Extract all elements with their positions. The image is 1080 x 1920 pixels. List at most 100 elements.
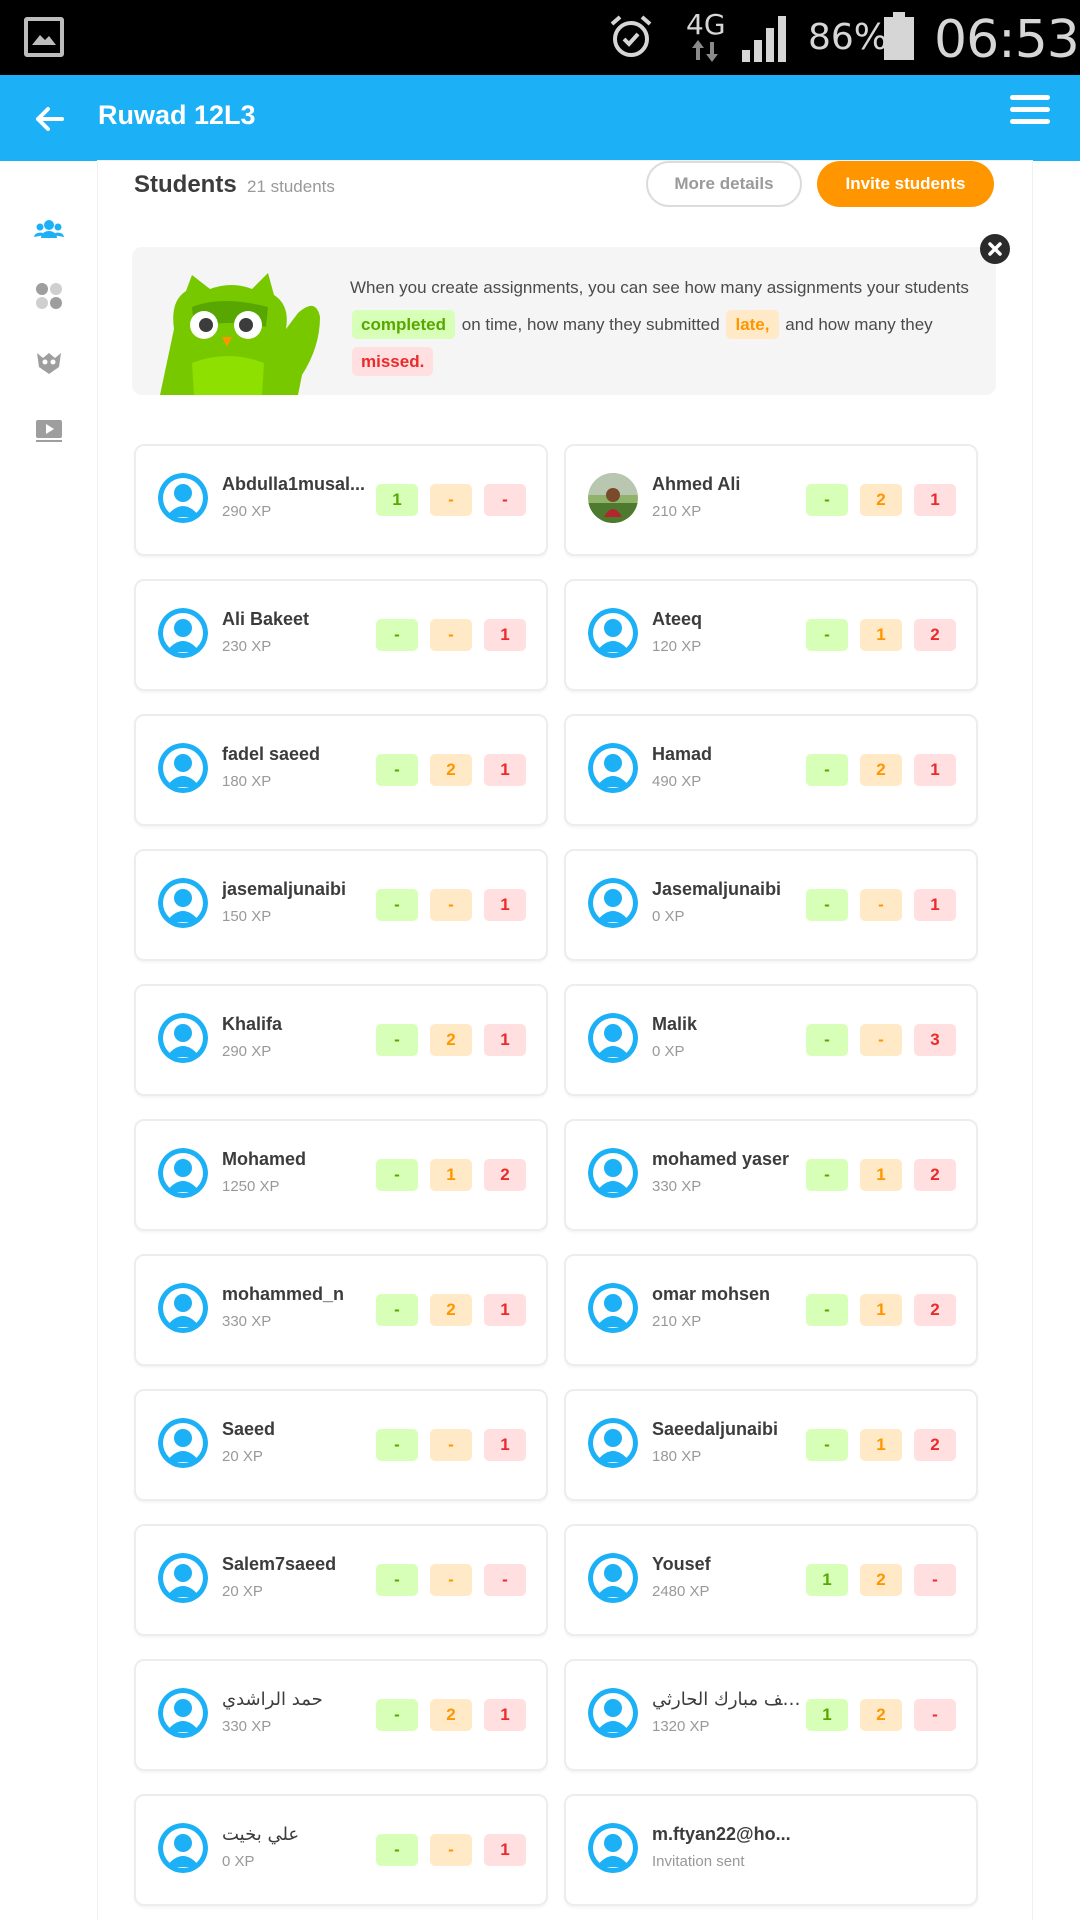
missed-count-badge: 1 <box>914 754 956 786</box>
default-avatar-icon <box>588 1013 638 1063</box>
default-avatar-icon <box>158 1688 208 1738</box>
completed-chip: completed <box>352 310 456 339</box>
missed-count-badge: 1 <box>484 1024 526 1056</box>
battery-icon <box>884 12 914 60</box>
activities-icon[interactable] <box>34 281 64 311</box>
student-name: حمد الراشدي <box>222 1689 323 1710</box>
late-count-badge: 2 <box>860 1564 902 1596</box>
app-bar: Ruwad 12L3 <box>0 75 1080 161</box>
late-count-badge: - <box>430 484 472 516</box>
sidebar-nav <box>0 161 98 1920</box>
network-type: 4G <box>686 8 726 41</box>
missed-count-badge: - <box>484 484 526 516</box>
close-banner-icon[interactable] <box>980 234 1010 264</box>
student-name: Jasemaljunaibi <box>652 879 782 899</box>
missed-count-badge: - <box>484 1564 526 1596</box>
student-card[interactable]: حمد الراشدي 330 XP -2 1 <box>134 1659 548 1771</box>
student-card[interactable]: Hamad 490 XP -2 1 <box>564 714 978 826</box>
battery-percent: 86% <box>808 17 889 58</box>
students-group-icon[interactable] <box>34 214 64 244</box>
student-card[interactable]: Malik 0 XP - -3 <box>564 984 978 1096</box>
completed-count-badge: - <box>376 1159 418 1191</box>
completed-count-badge: - <box>806 1429 848 1461</box>
completed-count-badge: - <box>806 889 848 921</box>
student-xp: 290 XP <box>222 1043 272 1060</box>
student-card[interactable]: Saeedaljunaibi 180 XP -1 2 <box>564 1389 978 1501</box>
late-count-badge: 2 <box>430 1024 472 1056</box>
video-icon[interactable] <box>34 415 64 445</box>
missed-count-badge: 2 <box>484 1159 526 1191</box>
missed-count-badge: 2 <box>914 1429 956 1461</box>
student-xp: 1250 XP <box>222 1178 280 1195</box>
student-card[interactable]: Jasemaljunaibi 0 XP - -1 <box>564 849 978 961</box>
student-name: Ahmed Ali <box>652 474 741 494</box>
student-name: omar mohsen <box>652 1284 771 1304</box>
student-card[interactable]: سيف مبارك الحارثي 1320 XP 1 2- <box>564 1659 978 1771</box>
more-details-button[interactable]: More details <box>646 161 802 207</box>
student-card[interactable]: Ateeq 120 XP -1 2 <box>564 579 978 691</box>
late-count-badge: 2 <box>430 754 472 786</box>
late-count-badge: - <box>430 889 472 921</box>
student-name: Ateeq <box>652 609 703 629</box>
student-xp: 0 XP <box>652 908 685 925</box>
alarm-icon <box>610 15 652 57</box>
class-title: Ruwad 12L3 <box>98 100 256 130</box>
hamburger-menu-icon[interactable] <box>1010 95 1050 125</box>
info-part1: When you create assignments, you can see… <box>350 278 969 297</box>
student-card[interactable]: Yousef 2480 XP 1 2- <box>564 1524 978 1636</box>
student-xp: 0 XP <box>222 1853 255 1870</box>
student-card[interactable]: Mohamed 1250 XP -1 2 <box>134 1119 548 1231</box>
student-card[interactable]: fadel saeed 180 XP -2 1 <box>134 714 548 826</box>
default-avatar-icon <box>158 1418 208 1468</box>
student-name: Hamad <box>652 744 713 764</box>
default-avatar-icon <box>588 878 638 928</box>
completed-count-badge: - <box>806 619 848 651</box>
info-text: When you create assignments, you can see… <box>350 269 980 380</box>
student-card[interactable]: mohammed_n 330 XP -2 1 <box>134 1254 548 1366</box>
student-name: Saeedaljunaibi <box>652 1419 779 1439</box>
student-card[interactable]: Saeed 20 XP - -1 <box>134 1389 548 1501</box>
student-card[interactable]: Abdulla1musal... 290 XP 1- - <box>134 444 548 556</box>
missed-count-badge: 2 <box>914 1159 956 1191</box>
late-count-badge: - <box>430 1429 472 1461</box>
back-arrow-icon[interactable] <box>32 101 68 137</box>
owl-icon[interactable] <box>34 347 64 377</box>
student-card[interactable]: mohamed yaser 330 XP -1 2 <box>564 1119 978 1231</box>
late-count-badge: - <box>860 1024 902 1056</box>
student-card[interactable]: Salem7saeed 20 XP - - - <box>134 1524 548 1636</box>
student-card[interactable]: jasemaljunaibi 150 XP - -1 <box>134 849 548 961</box>
default-avatar-icon <box>158 878 208 928</box>
missed-count-badge: 1 <box>484 889 526 921</box>
default-avatar-icon <box>158 1823 208 1873</box>
student-card[interactable]: علي بخيت 0 XP - -1 <box>134 1794 548 1906</box>
student-name: Ali Bakeet <box>222 609 310 629</box>
student-name: Malik <box>652 1014 698 1034</box>
student-name: mohammed_n <box>222 1284 345 1304</box>
late-count-badge: 1 <box>860 1159 902 1191</box>
student-xp: 0 XP <box>652 1043 685 1060</box>
completed-count-badge: 1 <box>806 1699 848 1731</box>
invitation-status: Invitation sent <box>652 1853 745 1870</box>
default-avatar-icon <box>158 1283 208 1333</box>
default-avatar-icon <box>158 608 208 658</box>
late-count-badge: 1 <box>860 1429 902 1461</box>
student-name: fadel saeed <box>222 744 321 764</box>
completed-count-badge: - <box>806 754 848 786</box>
late-count-badge: 2 <box>860 1699 902 1731</box>
student-card[interactable]: m.ftyan22@ho... Invitation sent <box>564 1794 978 1906</box>
default-avatar-icon <box>158 1013 208 1063</box>
student-xp: 210 XP <box>652 503 702 520</box>
invite-students-button[interactable]: Invite students <box>817 161 994 207</box>
default-avatar-icon <box>588 1553 638 1603</box>
student-name: علي بخيت <box>222 1824 300 1845</box>
student-card[interactable]: omar mohsen 210 XP -1 2 <box>564 1254 978 1366</box>
student-card[interactable]: Ali Bakeet 230 XP - -1 <box>134 579 548 691</box>
default-avatar-icon <box>588 608 638 658</box>
late-count-badge: 2 <box>430 1699 472 1731</box>
student-card[interactable]: Khalifa 290 XP -2 1 <box>134 984 548 1096</box>
student-xp: 180 XP <box>652 1448 702 1465</box>
student-xp: 490 XP <box>652 773 702 790</box>
late-count-badge: 1 <box>860 1294 902 1326</box>
student-card[interactable]: Ahmed Ali 210 XP -2 1 <box>564 444 978 556</box>
student-name: Yousef <box>652 1554 711 1574</box>
